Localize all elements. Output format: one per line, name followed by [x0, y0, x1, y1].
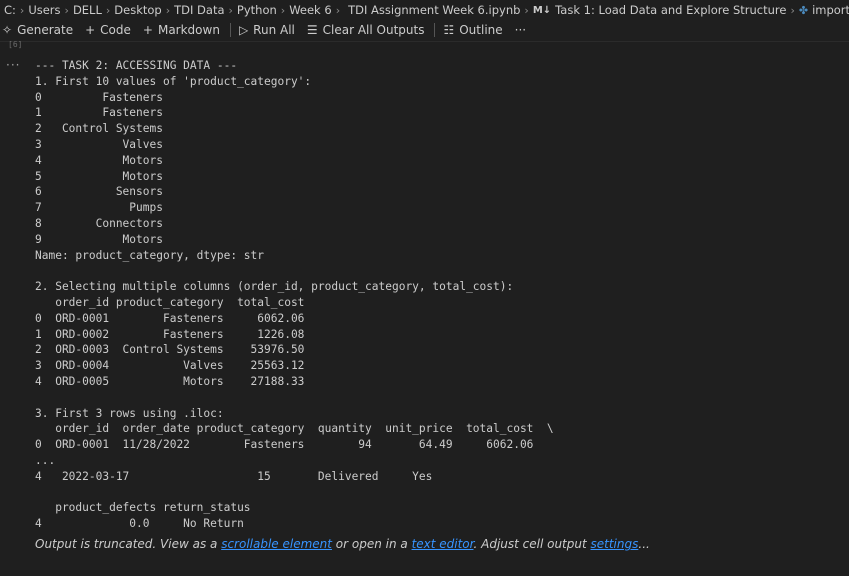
list-icon: ☷ [443, 23, 455, 37]
markdown-label: Markdown [157, 23, 220, 37]
add-code-button[interactable]: + Code [85, 23, 131, 37]
output-line: --- TASK 2: ACCESSING DATA --- [35, 59, 238, 72]
breadcrumb-cell[interactable]: import pandas as pd [812, 3, 849, 17]
chevron-right-icon: › [105, 3, 111, 17]
outline-label: Outline [459, 23, 503, 37]
truncation-end: ... [638, 537, 650, 551]
output-line: 2 Control Systems [35, 122, 163, 136]
notebook-toolbar: ✧ Generate + Code + Markdown ▷ Run All ☰… [0, 20, 849, 40]
add-markdown-button[interactable]: + Markdown [143, 23, 220, 37]
breadcrumb-user[interactable]: DELL [73, 3, 102, 17]
truncation-notice: Output is truncated. View as a scrollabl… [35, 537, 650, 551]
clear-all-label: Clear All Outputs [322, 23, 425, 37]
run-all-label: Run All [253, 23, 295, 37]
cell-execution-count: [6] [8, 40, 23, 49]
output-line: order_id order_date product_category qua… [35, 422, 554, 436]
output-line: 1 Fasteners [35, 106, 163, 120]
cell-output: --- TASK 2: ACCESSING DATA --- 1. First … [35, 58, 554, 532]
chevron-right-icon: › [19, 3, 25, 17]
output-line: 5 Motors [35, 169, 163, 183]
text-editor-link[interactable]: text editor [412, 537, 474, 551]
breadcrumb-folder-tdi-data[interactable]: TDI Data [174, 3, 224, 17]
more-actions-button[interactable]: ··· [515, 23, 526, 37]
chevron-right-icon: › [165, 3, 171, 17]
output-line: 2 ORD-0003 Control Systems 53976.50 [35, 343, 305, 357]
output-more-actions-button[interactable]: ··· [6, 58, 20, 72]
chevron-right-icon: › [228, 3, 233, 17]
breadcrumb-file[interactable]: TDI Assignment Week 6.ipynb [348, 3, 520, 17]
plus-icon: + [142, 23, 153, 37]
breadcrumb-users[interactable]: Users [28, 3, 60, 17]
output-line: 6 Sensors [35, 185, 163, 199]
output-line: 8 Connectors [35, 216, 163, 230]
chevron-right-icon: › [790, 3, 795, 17]
output-line: Name: product_category, dtype: str [35, 248, 265, 262]
clear-all-icon: ☰ [306, 23, 318, 37]
truncation-prefix: Output is truncated. View as a [35, 537, 222, 551]
chevron-right-icon: › [64, 3, 69, 17]
output-line: ... [35, 453, 56, 467]
breadcrumb-drive[interactable]: C: [4, 3, 16, 17]
scrollable-element-link[interactable]: scrollable element [221, 537, 332, 551]
settings-link[interactable]: settings [591, 537, 639, 551]
output-line: 0 ORD-0001 Fasteners 6062.06 [35, 311, 305, 325]
output-line: 1. First 10 values of 'product_category'… [35, 74, 312, 88]
cell-separator [0, 41, 849, 49]
output-line: 1 ORD-0002 Fasteners 1226.08 [35, 327, 305, 341]
sparkle-icon: ✧ [2, 23, 13, 37]
clear-all-outputs-button[interactable]: ☰ Clear All Outputs [307, 23, 425, 37]
toolbar-divider [229, 23, 231, 37]
chevron-right-icon: › [335, 3, 341, 17]
chevron-right-icon: › [524, 3, 529, 17]
breadcrumb: C: › Users › DELL › Desktop › TDI Data ›… [0, 0, 849, 20]
output-line: product_defects return_status [35, 501, 251, 515]
output-line: 3. First 3 rows using .iloc: [35, 406, 224, 420]
output-line: 4 0.0 No Return [35, 517, 244, 531]
code-label: Code [100, 23, 131, 37]
output-line: 3 Valves [35, 137, 163, 151]
toolbar-divider [434, 23, 436, 37]
plus-icon: + [85, 23, 96, 37]
output-line: 3 ORD-0004 Valves 25563.12 [35, 359, 305, 373]
breadcrumb-folder-python[interactable]: Python [237, 3, 277, 17]
run-all-icon: ▷ [238, 23, 249, 37]
generate-button[interactable]: ✧ Generate [2, 23, 73, 37]
output-line: 2. Selecting multiple columns (order_id,… [35, 280, 514, 294]
output-line: 7 Pumps [35, 201, 163, 215]
output-line: 0 ORD-0001 11/28/2022 Fasteners 94 64.49… [35, 438, 534, 452]
breadcrumb-desktop[interactable]: Desktop [114, 3, 161, 17]
output-line: 4 2022-03-17 15 Delivered Yes [35, 469, 433, 483]
truncation-middle: or open in a [331, 537, 412, 551]
output-line: 4 Motors [35, 153, 163, 167]
breadcrumb-section[interactable]: Task 1: Load Data and Explore Structure [555, 3, 786, 17]
run-all-button[interactable]: ▷ Run All [239, 23, 295, 37]
output-line: 0 Fasteners [35, 90, 163, 104]
generate-label: Generate [17, 23, 74, 37]
outline-button[interactable]: ☷ Outline [443, 23, 502, 37]
chevron-right-icon: › [280, 3, 286, 17]
output-line: 9 Motors [35, 232, 163, 246]
output-line: order_id product_category total_cost [35, 295, 305, 309]
truncation-suffix: . Adjust cell output [473, 537, 591, 551]
python-icon: ✤ [798, 3, 809, 17]
output-line: 4 ORD-0005 Motors 27188.33 [35, 374, 305, 388]
breadcrumb-folder-week6[interactable]: Week 6 [289, 3, 331, 17]
markdown-icon: M↓ [532, 4, 552, 16]
